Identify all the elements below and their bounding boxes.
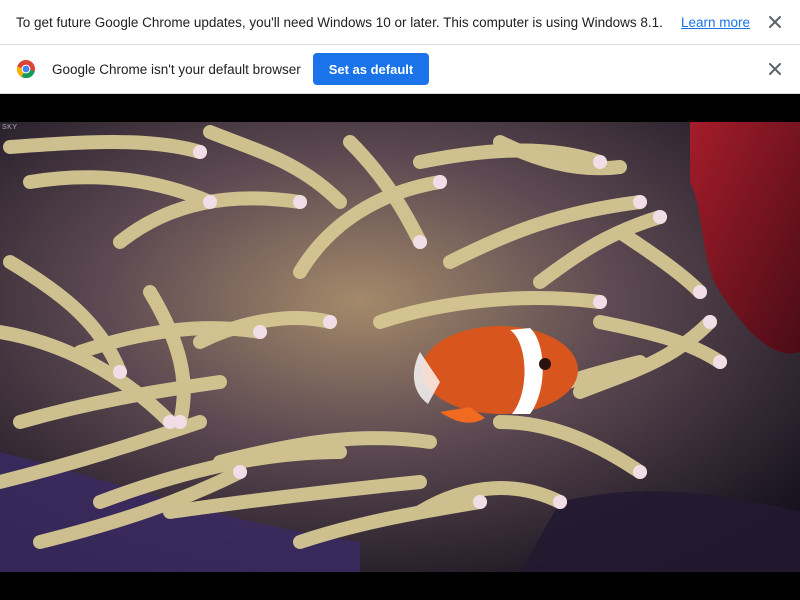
default-browser-infobar: Google Chrome isn't your default browser…	[0, 45, 800, 94]
video-player[interactable]: SKY	[0, 94, 800, 600]
close-icon	[769, 63, 781, 75]
close-icon	[769, 16, 781, 28]
update-infobar: To get future Google Chrome updates, you…	[0, 0, 800, 45]
learn-more-link[interactable]: Learn more	[681, 15, 750, 30]
video-watermark: SKY	[2, 124, 18, 131]
update-message: To get future Google Chrome updates, you…	[16, 14, 663, 30]
set-as-default-button[interactable]: Set as default	[312, 53, 430, 85]
video-frame[interactable]: SKY	[0, 122, 800, 572]
default-browser-message: Google Chrome isn't your default browser	[52, 61, 301, 77]
close-default-infobar-button[interactable]	[766, 60, 784, 78]
chrome-logo-icon	[16, 60, 35, 79]
clownfish-anemone-scene	[0, 122, 800, 572]
close-update-infobar-button[interactable]	[766, 13, 784, 31]
